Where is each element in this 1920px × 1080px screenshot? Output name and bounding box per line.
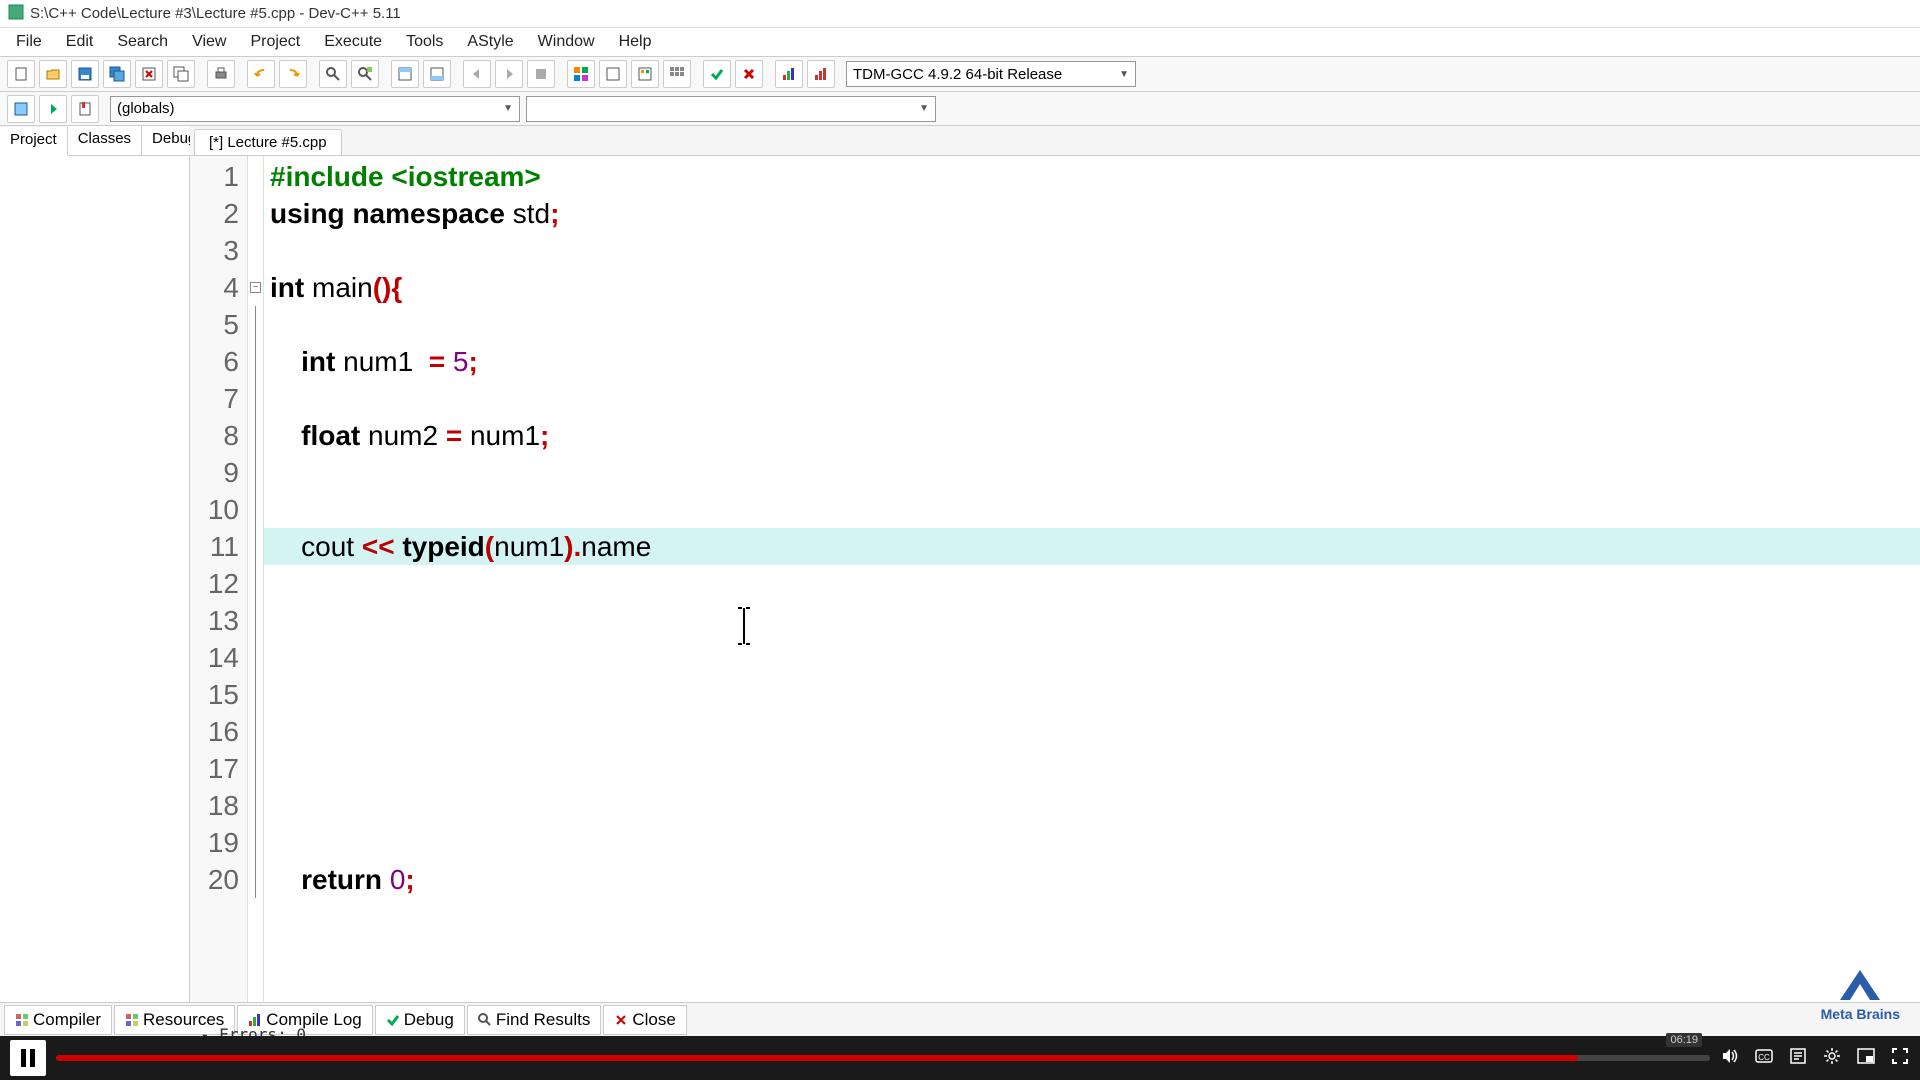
check-icon xyxy=(386,1013,400,1027)
tab-classes[interactable]: Classes xyxy=(68,126,142,155)
compiler-select[interactable]: TDM-GCC 4.9.2 64-bit Release ▼ xyxy=(846,61,1136,87)
menu-tools[interactable]: Tools xyxy=(396,31,453,53)
compiler-select-text: TDM-GCC 4.9.2 64-bit Release xyxy=(853,66,1062,83)
new-file-icon[interactable] xyxy=(7,60,35,88)
goto-bookmark-icon[interactable] xyxy=(423,60,451,88)
grid-icon xyxy=(15,1013,29,1027)
tab-find-results[interactable]: Find Results xyxy=(467,1005,601,1035)
code-editor[interactable]: 1234567891011121314151617181920 − #inclu… xyxy=(190,156,1920,1002)
close-file-icon[interactable] xyxy=(135,60,163,88)
titlebar: S:\C++ Code\Lecture #3\Lecture #5.cpp - … xyxy=(0,0,1920,28)
menu-astyle[interactable]: AStyle xyxy=(457,31,523,53)
replace-icon[interactable] xyxy=(351,60,379,88)
profile-icon[interactable] xyxy=(775,60,803,88)
file-tabs: [*] Lecture #5.cpp xyxy=(190,126,1920,156)
redo-icon[interactable] xyxy=(279,60,307,88)
undo-icon[interactable] xyxy=(247,60,275,88)
window-title: S:\C++ Code\Lecture #3\Lecture #5.cpp - … xyxy=(30,5,401,22)
fullscreen-icon[interactable] xyxy=(1890,1046,1910,1071)
file-tab[interactable]: [*] Lecture #5.cpp xyxy=(194,129,342,155)
menu-window[interactable]: Window xyxy=(528,31,605,53)
main-toolbar: TDM-GCC 4.9.2 64-bit Release ▼ xyxy=(0,56,1920,92)
video-player: 06:19 CC xyxy=(0,1036,1920,1080)
toggle-bookmark-icon[interactable] xyxy=(391,60,419,88)
insert-icon[interactable] xyxy=(39,95,67,123)
code-lines[interactable]: #include <iostream>using namespace std;i… xyxy=(264,156,1920,1002)
volume-icon[interactable] xyxy=(1720,1046,1740,1071)
watermark-logo: Meta Brains xyxy=(1821,968,1900,1022)
save-icon[interactable] xyxy=(71,60,99,88)
compile-icon[interactable] xyxy=(567,60,595,88)
scope-select[interactable]: (globals) ▼ xyxy=(110,96,520,122)
menu-project[interactable]: Project xyxy=(240,31,310,53)
line-gutter: 1234567891011121314151617181920 xyxy=(190,156,248,1002)
close-all-icon[interactable] xyxy=(167,60,195,88)
sidebar: Project Classes Debug xyxy=(0,126,190,1002)
sidebar-tabs: Project Classes Debug xyxy=(0,126,189,156)
editor-area: [*] Lecture #5.cpp 123456789101112131415… xyxy=(190,126,1920,1002)
stop-debug-icon[interactable] xyxy=(735,60,763,88)
app-icon xyxy=(8,4,24,24)
transcript-icon[interactable] xyxy=(1788,1046,1808,1071)
menu-search[interactable]: Search xyxy=(107,31,178,53)
stop-icon[interactable] xyxy=(527,60,555,88)
bookmark-list-icon[interactable] xyxy=(71,95,99,123)
search-icon xyxy=(478,1013,492,1027)
rebuild-icon[interactable] xyxy=(663,60,691,88)
member-select[interactable]: ▼ xyxy=(526,96,936,122)
chevron-down-icon: ▼ xyxy=(919,103,929,114)
menubar: File Edit Search View Project Execute To… xyxy=(0,28,1920,56)
tab-debug-bottom[interactable]: Debug xyxy=(375,1005,465,1035)
menu-execute[interactable]: Execute xyxy=(314,31,392,53)
svg-text:CC: CC xyxy=(1758,1053,1770,1062)
tab-compiler[interactable]: Compiler xyxy=(4,1005,112,1035)
tab-project[interactable]: Project xyxy=(0,127,68,156)
seek-bar[interactable]: 06:19 xyxy=(56,1055,1710,1061)
profile-delete-icon[interactable] xyxy=(807,60,835,88)
find-icon[interactable] xyxy=(319,60,347,88)
menu-edit[interactable]: Edit xyxy=(56,31,104,53)
scope-select-text: (globals) xyxy=(117,100,175,117)
prev-icon[interactable] xyxy=(463,60,491,88)
compile-run-icon[interactable] xyxy=(631,60,659,88)
captions-icon[interactable]: CC xyxy=(1754,1046,1774,1071)
tab-close[interactable]: Close xyxy=(603,1005,686,1035)
next-icon[interactable] xyxy=(495,60,523,88)
new-class-icon[interactable] xyxy=(7,95,35,123)
fold-column[interactable]: − xyxy=(248,156,264,1002)
settings-icon[interactable] xyxy=(1822,1046,1842,1071)
chevron-down-icon: ▼ xyxy=(1119,69,1129,80)
menu-file[interactable]: File xyxy=(6,31,52,53)
chevron-down-icon: ▼ xyxy=(503,103,513,114)
pause-button[interactable] xyxy=(10,1040,46,1076)
debug-icon[interactable] xyxy=(703,60,731,88)
x-icon xyxy=(614,1013,628,1027)
time-badge: 06:19 xyxy=(1666,1033,1702,1047)
print-icon[interactable] xyxy=(207,60,235,88)
scope-toolbar: (globals) ▼ ▼ xyxy=(0,92,1920,126)
menu-help[interactable]: Help xyxy=(609,31,662,53)
pip-icon[interactable] xyxy=(1856,1046,1876,1071)
open-file-icon[interactable] xyxy=(39,60,67,88)
menu-view[interactable]: View xyxy=(182,31,236,53)
save-all-icon[interactable] xyxy=(103,60,131,88)
grid-icon xyxy=(125,1013,139,1027)
run-icon[interactable] xyxy=(599,60,627,88)
